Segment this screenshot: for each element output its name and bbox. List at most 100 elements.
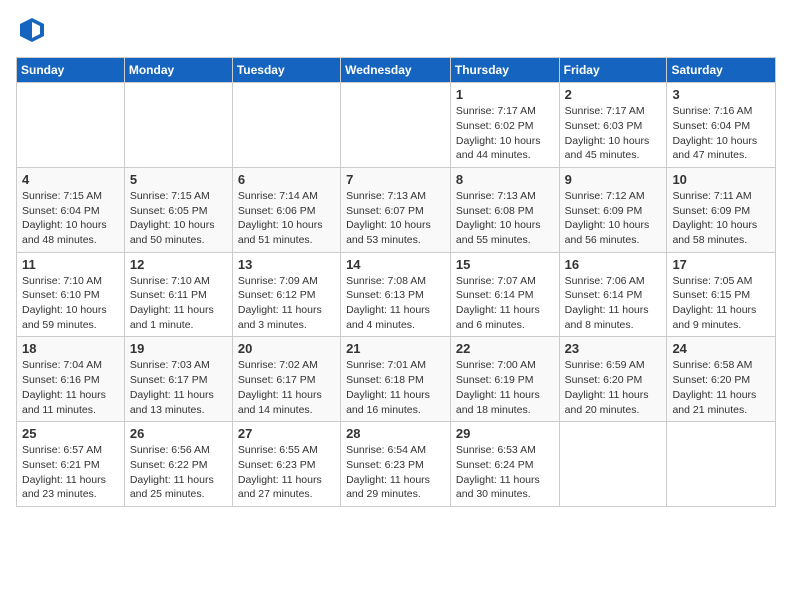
calendar-body: 1 Sunrise: 7:17 AM Sunset: 6:02 PM Daylig… <box>17 83 776 507</box>
day-number: 20 <box>238 341 335 356</box>
calendar-week-row: 25 Sunrise: 6:57 AM Sunset: 6:21 PM Dayli… <box>17 422 776 507</box>
day-detail: Sunrise: 7:13 AM Sunset: 6:07 PM Dayligh… <box>346 189 445 248</box>
calendar-day-cell <box>559 422 667 507</box>
day-detail: Sunrise: 6:59 AM Sunset: 6:20 PM Dayligh… <box>565 358 662 417</box>
calendar-day-cell: 6Sunrise: 7:14 AM Sunset: 6:06 PM Daylig… <box>232 167 340 252</box>
weekday-header-cell: Saturday <box>667 58 776 83</box>
calendar-day-cell <box>341 83 451 168</box>
calendar-day-cell: 11 Sunrise: 7:10 AM Sunset: 6:10 PM Dayli… <box>17 252 125 337</box>
day-detail: Sunrise: 7:01 AM Sunset: 6:18 PM Dayligh… <box>346 358 445 417</box>
calendar-day-cell: 1 Sunrise: 7:17 AM Sunset: 6:02 PM Daylig… <box>450 83 559 168</box>
day-number: 28 <box>346 426 445 441</box>
calendar-day-cell: 14 Sunrise: 7:08 AM Sunset: 6:13 PM Dayli… <box>341 252 451 337</box>
day-detail: Sunrise: 7:11 AM Sunset: 6:09 PM Dayligh… <box>672 189 770 248</box>
day-number: 3 <box>672 87 770 102</box>
logo-icon <box>18 16 46 44</box>
day-detail: Sunrise: 6:53 AM Sunset: 6:24 PM Dayligh… <box>456 443 554 502</box>
calendar-day-cell: 7 Sunrise: 7:13 AM Sunset: 6:07 PM Daylig… <box>341 167 451 252</box>
day-detail: Sunrise: 7:03 AM Sunset: 6:17 PM Dayligh… <box>130 358 227 417</box>
calendar-day-cell <box>232 83 340 168</box>
calendar-day-cell: 23 Sunrise: 6:59 AM Sunset: 6:20 PM Dayli… <box>559 337 667 422</box>
calendar-day-cell: 5 Sunrise: 7:15 AM Sunset: 6:05 PM Daylig… <box>124 167 232 252</box>
weekday-header-cell: Sunday <box>17 58 125 83</box>
calendar-day-cell: 10 Sunrise: 7:11 AM Sunset: 6:09 PM Dayli… <box>667 167 776 252</box>
day-number: 27 <box>238 426 335 441</box>
calendar-day-cell: 25 Sunrise: 6:57 AM Sunset: 6:21 PM Dayli… <box>17 422 125 507</box>
day-detail: Sunrise: 7:14 AM Sunset: 6:06 PM Dayligh… <box>238 189 335 248</box>
day-detail: Sunrise: 7:13 AM Sunset: 6:08 PM Dayligh… <box>456 189 554 248</box>
calendar-day-cell: 15 Sunrise: 7:07 AM Sunset: 6:14 PM Dayli… <box>450 252 559 337</box>
day-detail: Sunrise: 7:04 AM Sunset: 6:16 PM Dayligh… <box>22 358 119 417</box>
calendar-day-cell: 21 Sunrise: 7:01 AM Sunset: 6:18 PM Dayli… <box>341 337 451 422</box>
day-number: 26 <box>130 426 227 441</box>
calendar-day-cell: 20 Sunrise: 7:02 AM Sunset: 6:17 PM Dayli… <box>232 337 340 422</box>
calendar-day-cell: 12Sunrise: 7:10 AM Sunset: 6:11 PM Dayli… <box>124 252 232 337</box>
day-detail: Sunrise: 7:17 AM Sunset: 6:02 PM Dayligh… <box>456 104 554 163</box>
day-detail: Sunrise: 7:12 AM Sunset: 6:09 PM Dayligh… <box>565 189 662 248</box>
day-number: 24 <box>672 341 770 356</box>
day-detail: Sunrise: 7:10 AM Sunset: 6:10 PM Dayligh… <box>22 274 119 333</box>
calendar-day-cell: 8 Sunrise: 7:13 AM Sunset: 6:08 PM Daylig… <box>450 167 559 252</box>
day-detail: Sunrise: 6:54 AM Sunset: 6:23 PM Dayligh… <box>346 443 445 502</box>
day-number: 10 <box>672 172 770 187</box>
weekday-header-cell: Tuesday <box>232 58 340 83</box>
day-detail: Sunrise: 6:56 AM Sunset: 6:22 PM Dayligh… <box>130 443 227 502</box>
day-detail: Sunrise: 7:09 AM Sunset: 6:12 PM Dayligh… <box>238 274 335 333</box>
weekday-header-cell: Friday <box>559 58 667 83</box>
day-number: 9 <box>565 172 662 187</box>
day-detail: Sunrise: 7:10 AM Sunset: 6:11 PM Dayligh… <box>130 274 227 333</box>
calendar-week-row: 11 Sunrise: 7:10 AM Sunset: 6:10 PM Dayli… <box>17 252 776 337</box>
calendar-week-row: 18Sunrise: 7:04 AM Sunset: 6:16 PM Dayli… <box>17 337 776 422</box>
day-number: 1 <box>456 87 554 102</box>
day-number: 14 <box>346 257 445 272</box>
calendar-week-row: 4 Sunrise: 7:15 AM Sunset: 6:04 PM Daylig… <box>17 167 776 252</box>
day-detail: Sunrise: 7:08 AM Sunset: 6:13 PM Dayligh… <box>346 274 445 333</box>
day-detail: Sunrise: 7:15 AM Sunset: 6:05 PM Dayligh… <box>130 189 227 248</box>
day-number: 15 <box>456 257 554 272</box>
day-number: 8 <box>456 172 554 187</box>
day-number: 17 <box>672 257 770 272</box>
calendar-day-cell: 2 Sunrise: 7:17 AM Sunset: 6:03 PM Daylig… <box>559 83 667 168</box>
calendar-day-cell: 22 Sunrise: 7:00 AM Sunset: 6:19 PM Dayli… <box>450 337 559 422</box>
calendar-table: SundayMondayTuesdayWednesdayThursdayFrid… <box>16 57 776 507</box>
day-number: 23 <box>565 341 662 356</box>
calendar-week-row: 1 Sunrise: 7:17 AM Sunset: 6:02 PM Daylig… <box>17 83 776 168</box>
day-detail: Sunrise: 6:55 AM Sunset: 6:23 PM Dayligh… <box>238 443 335 502</box>
day-detail: Sunrise: 6:57 AM Sunset: 6:21 PM Dayligh… <box>22 443 119 502</box>
day-number: 11 <box>22 257 119 272</box>
day-detail: Sunrise: 7:00 AM Sunset: 6:19 PM Dayligh… <box>456 358 554 417</box>
day-detail: Sunrise: 7:06 AM Sunset: 6:14 PM Dayligh… <box>565 274 662 333</box>
weekday-header-cell: Wednesday <box>341 58 451 83</box>
weekday-header-cell: Thursday <box>450 58 559 83</box>
day-number: 4 <box>22 172 119 187</box>
day-number: 5 <box>130 172 227 187</box>
weekday-header-row: SundayMondayTuesdayWednesdayThursdayFrid… <box>17 58 776 83</box>
day-detail: Sunrise: 7:05 AM Sunset: 6:15 PM Dayligh… <box>672 274 770 333</box>
calendar-day-cell: 4 Sunrise: 7:15 AM Sunset: 6:04 PM Daylig… <box>17 167 125 252</box>
calendar-day-cell: 29Sunrise: 6:53 AM Sunset: 6:24 PM Dayli… <box>450 422 559 507</box>
calendar-day-cell <box>667 422 776 507</box>
day-detail: Sunrise: 7:17 AM Sunset: 6:03 PM Dayligh… <box>565 104 662 163</box>
day-detail: Sunrise: 7:02 AM Sunset: 6:17 PM Dayligh… <box>238 358 335 417</box>
day-number: 16 <box>565 257 662 272</box>
day-number: 25 <box>22 426 119 441</box>
day-detail: Sunrise: 7:16 AM Sunset: 6:04 PM Dayligh… <box>672 104 770 163</box>
day-detail: Sunrise: 7:15 AM Sunset: 6:04 PM Dayligh… <box>22 189 119 248</box>
weekday-header-cell: Monday <box>124 58 232 83</box>
calendar-day-cell: 24Sunrise: 6:58 AM Sunset: 6:20 PM Dayli… <box>667 337 776 422</box>
day-number: 21 <box>346 341 445 356</box>
day-number: 2 <box>565 87 662 102</box>
calendar-day-cell <box>17 83 125 168</box>
calendar-day-cell: 18Sunrise: 7:04 AM Sunset: 6:16 PM Dayli… <box>17 337 125 422</box>
page-header <box>16 16 776 49</box>
calendar-day-cell: 9 Sunrise: 7:12 AM Sunset: 6:09 PM Daylig… <box>559 167 667 252</box>
calendar-day-cell <box>124 83 232 168</box>
day-number: 22 <box>456 341 554 356</box>
calendar-day-cell: 3 Sunrise: 7:16 AM Sunset: 6:04 PM Daylig… <box>667 83 776 168</box>
calendar-day-cell: 13Sunrise: 7:09 AM Sunset: 6:12 PM Dayli… <box>232 252 340 337</box>
calendar-day-cell: 19 Sunrise: 7:03 AM Sunset: 6:17 PM Dayli… <box>124 337 232 422</box>
calendar-day-cell: 26 Sunrise: 6:56 AM Sunset: 6:22 PM Dayli… <box>124 422 232 507</box>
day-detail: Sunrise: 7:07 AM Sunset: 6:14 PM Dayligh… <box>456 274 554 333</box>
day-number: 19 <box>130 341 227 356</box>
day-number: 7 <box>346 172 445 187</box>
